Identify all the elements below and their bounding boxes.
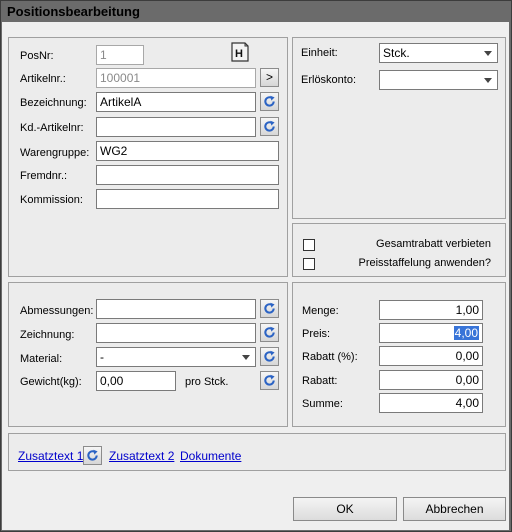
refresh-icon [264,350,275,362]
material-refresh-button[interactable] [260,347,279,366]
material-label: Material: [20,353,63,365]
summe-label: Summe: [302,398,343,410]
dialog-body: PosNr: 1 H Artikelnr.: 100001 > Bezeichn… [2,22,509,530]
warengruppe-field[interactable]: WG2 [96,141,279,161]
kommission-label: Kommission: [20,194,83,206]
bezeichnung-field[interactable]: ArtikelA [96,92,256,112]
erloeskonto-label: Erlöskonto: [301,74,357,86]
material-select[interactable]: - [96,347,256,367]
einheit-label: Einheit: [301,47,338,59]
zeichnung-refresh-button[interactable] [260,323,279,342]
rabatt-pct-field[interactable]: 0,00 [379,346,483,366]
artikelnr-label: Artikelnr.: [20,73,66,85]
einheit-select[interactable]: Stck. [379,43,498,63]
zusatztext2-link[interactable]: Zusatztext 2 [109,449,174,463]
abbrechen-button[interactable]: Abbrechen [403,497,506,521]
posnr-field[interactable]: 1 [96,45,144,65]
menge-label: Menge: [302,305,339,317]
preisstaffelung-checkbox[interactable] [303,258,315,270]
gesamtrabatt-label: Gesamtrabatt verbieten [376,238,491,250]
ok-button[interactable]: OK [293,497,397,521]
preis-value: 4,00 [453,326,479,340]
chevron-down-icon [484,78,492,83]
warengruppe-label: Warengruppe: [20,147,90,159]
dimensions-panel: Abmessungen: Zeichnung: Material: - Gewi… [8,282,288,427]
refresh-icon [264,326,275,338]
header-document-icon[interactable]: H [229,41,251,63]
abmessungen-field[interactable] [96,299,256,319]
fremdnr-label: Fremdnr.: [20,170,68,182]
svg-text:H: H [235,48,243,60]
gewicht-suffix: pro Stck. [185,376,229,388]
bezeichnung-refresh-button[interactable] [260,92,279,111]
rabatt-pct-label: Rabatt (%): [302,351,358,363]
window-title: Positionsbearbeitung [7,4,140,19]
artikelnr-lookup-button[interactable]: > [260,68,279,87]
article-panel: PosNr: 1 H Artikelnr.: 100001 > Bezeichn… [8,37,288,277]
chevron-down-icon [484,51,492,56]
kommission-field[interactable] [96,189,279,209]
pricing-panel: Menge: 1,00 Preis: 4,00 Rabatt (%): 0,00… [292,282,506,427]
einheit-value: Stck. [383,46,410,60]
abmessungen-refresh-button[interactable] [260,299,279,318]
unit-panel: Einheit: Stck. Erlöskonto: [292,37,506,219]
refresh-icon [264,374,275,386]
chevron-down-icon [242,355,250,360]
preis-label: Preis: [302,328,331,340]
bezeichnung-label: Bezeichnung: [20,97,87,109]
gewicht-field[interactable]: 0,00 [96,371,176,391]
preisstaffelung-label: Preisstaffelung anwenden? [358,257,491,269]
dialog-window: Positionsbearbeitung PosNr: 1 H Artikeln… [0,0,512,532]
options-panel: Gesamtrabatt verbieten Preisstaffelung a… [292,223,506,277]
preis-field[interactable]: 4,00 [379,323,483,343]
menge-field[interactable]: 1,00 [379,300,483,320]
zeichnung-label: Zeichnung: [20,329,75,341]
fremdnr-field[interactable] [96,165,279,185]
dokumente-link[interactable]: Dokumente [180,449,241,463]
rabatt-field[interactable]: 0,00 [379,370,483,390]
refresh-icon [87,449,98,461]
zeichnung-field[interactable] [96,323,256,343]
gewicht-label: Gewicht(kg): [20,376,82,388]
rabatt-label: Rabatt: [302,375,338,387]
artikelnr-field[interactable]: 100001 [96,68,256,88]
title-bar[interactable]: Positionsbearbeitung [1,1,511,22]
summe-field[interactable]: 4,00 [379,393,483,413]
material-value: - [100,350,104,364]
gewicht-refresh-button[interactable] [260,371,279,390]
zusatztext-refresh-button[interactable] [83,446,102,465]
refresh-icon [264,302,275,314]
abmessungen-label: Abmessungen: [20,305,94,317]
gesamtrabatt-checkbox[interactable] [303,239,315,251]
zusatztext1-link[interactable]: Zusatztext 1 [18,449,83,463]
kdartikelnr-label: Kd.-Artikelnr: [20,122,84,134]
kdartikelnr-refresh-button[interactable] [260,117,279,136]
refresh-icon [264,95,275,107]
erloeskonto-select[interactable] [379,70,498,90]
posnr-label: PosNr: [20,50,54,62]
kdartikelnr-field[interactable] [96,117,256,137]
refresh-icon [264,120,275,132]
links-panel: Zusatztext 1 Zusatztext 2 Dokumente [8,433,506,471]
